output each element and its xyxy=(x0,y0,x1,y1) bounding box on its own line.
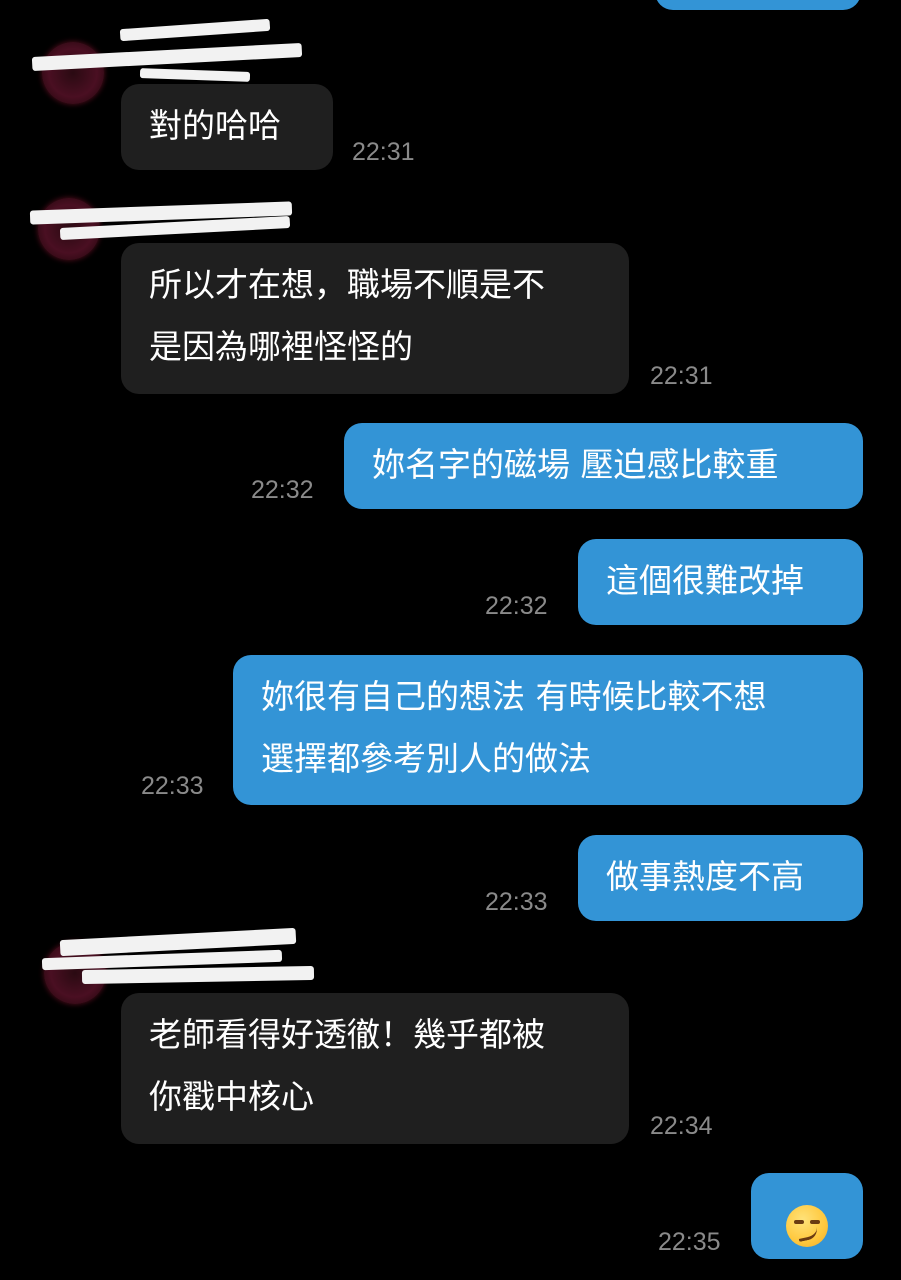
message-timestamp: 22:33 xyxy=(141,772,204,800)
message-text: 所以才在想，職場不順是不 xyxy=(149,265,545,304)
outgoing-message-bubble[interactable]: 做事熱度不高 xyxy=(578,835,863,921)
message-text: 這個很難改掉 xyxy=(606,561,804,600)
smirking-face-icon xyxy=(786,1204,828,1247)
sender-avatar[interactable] xyxy=(42,42,104,104)
outgoing-message-bubble[interactable]: 妳名字的磁場 壓迫感比較重 xyxy=(344,423,863,509)
redacted-sender-name xyxy=(81,965,315,985)
message-timestamp: 22:33 xyxy=(485,888,548,916)
message-timestamp: 22:31 xyxy=(650,362,713,390)
message-timestamp: 22:32 xyxy=(251,476,314,504)
message-text: 做事熱度不高 xyxy=(606,857,804,896)
message-text: 老師看得好透徹！幾乎都被 xyxy=(149,1015,545,1054)
message-text: 妳很有自己的想法 有時候比較不想 xyxy=(261,677,767,716)
redacted-sender-name xyxy=(139,68,251,82)
message-text: 你戳中核心 xyxy=(149,1077,314,1116)
incoming-message-bubble[interactable]: 對的哈哈 xyxy=(121,84,333,170)
message-timestamp: 22:31 xyxy=(352,138,415,166)
message-text: 對的哈哈 xyxy=(149,106,281,145)
previous-outgoing-bubble[interactable] xyxy=(655,0,861,10)
message-text: 選擇都參考別人的做法 xyxy=(261,739,591,778)
outgoing-message-bubble[interactable]: 這個很難改掉 xyxy=(578,539,863,625)
message-timestamp: 22:34 xyxy=(650,1112,713,1140)
chat-thread: 對的哈哈 22:31 所以才在想，職場不順是不 是因為哪裡怪怪的 22:31 2… xyxy=(0,0,901,1280)
incoming-message-bubble[interactable]: 所以才在想，職場不順是不 是因為哪裡怪怪的 xyxy=(121,243,629,394)
outgoing-message-bubble[interactable] xyxy=(751,1173,863,1259)
message-timestamp: 22:35 xyxy=(658,1228,721,1256)
message-text: 妳名字的磁場 壓迫感比較重 xyxy=(372,445,779,484)
incoming-message-bubble[interactable]: 老師看得好透徹！幾乎都被 你戳中核心 xyxy=(121,993,629,1144)
outgoing-message-bubble[interactable]: 妳很有自己的想法 有時候比較不想 選擇都參考別人的做法 xyxy=(233,655,863,805)
message-text: 是因為哪裡怪怪的 xyxy=(149,327,413,366)
message-timestamp: 22:32 xyxy=(485,592,548,620)
redacted-sender-name xyxy=(119,18,271,42)
